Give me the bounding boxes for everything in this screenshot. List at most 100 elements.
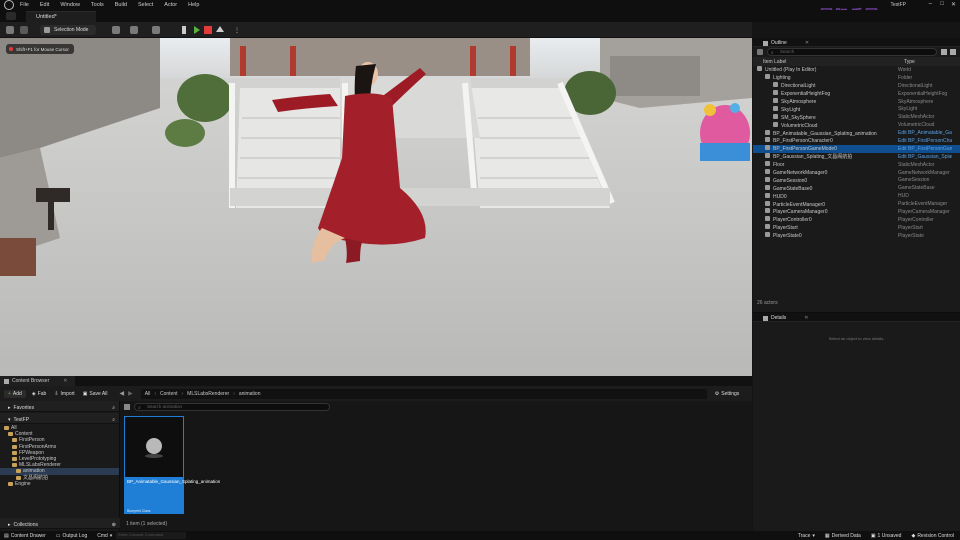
stop-icon[interactable]: [204, 26, 212, 34]
log-icon: ▭: [55, 532, 61, 539]
favorites-label: Favorites: [13, 404, 35, 411]
outliner-row[interactable]: VolumetricCloud VolumetricCloud: [753, 121, 960, 129]
menu-build[interactable]: Build: [115, 2, 127, 8]
crumb-mlslabsrenderer[interactable]: MLSLabsRenderer: [187, 391, 229, 397]
outliner-row[interactable]: Lighting Folder: [753, 74, 960, 82]
play-icon[interactable]: [194, 26, 200, 34]
mode-icon[interactable]: [20, 26, 28, 34]
level-viewport[interactable]: Shift+F1 for Mouse Cursor: [0, 38, 752, 376]
outliner-row[interactable]: GameSession0 GameSession: [753, 176, 960, 184]
menu-tools[interactable]: Tools: [91, 2, 104, 8]
content-browser-tab[interactable]: Content Browser ✕: [0, 376, 76, 386]
save-icon[interactable]: [6, 26, 14, 34]
close-details-icon[interactable]: ✕: [804, 315, 808, 321]
selection-mode-dropdown[interactable]: Selection Mode: [40, 25, 96, 35]
asset-filter-icon[interactable]: [124, 404, 130, 410]
details-tab[interactable]: Details ✕: [753, 313, 960, 322]
outliner-tab[interactable]: Outline ✕: [753, 38, 960, 47]
add-folder-icon[interactable]: [941, 49, 948, 55]
favorites-search-icon[interactable]: ⌕: [112, 405, 115, 411]
history-back-icon[interactable]: ◀: [120, 390, 125, 397]
console-input[interactable]: Enter Console Command: [116, 532, 187, 539]
unsaved-button[interactable]: ▣ 1 Unsaved: [871, 533, 902, 539]
outliner-row[interactable]: SM_SkySphere StaticMeshActor: [753, 113, 960, 121]
actor-type[interactable]: Edit BP_FirstPersonCha: [898, 138, 952, 144]
actor-icon: [765, 200, 770, 206]
crumb-animation[interactable]: animation: [239, 391, 261, 397]
folder-icon: [16, 469, 21, 474]
outliner-row[interactable]: BP_FirstPersonGameMode0 Edit BP_FirstPers…: [753, 144, 960, 153]
eject-icon[interactable]: [216, 26, 224, 32]
outliner-row[interactable]: SkyLight SkyLight: [753, 105, 960, 113]
level-tab[interactable]: Untitled*: [26, 11, 96, 22]
asset-search-input[interactable]: ⌕ Search animation: [134, 403, 330, 411]
content-drawer-label: Content Drawer: [10, 532, 46, 539]
crumb-content[interactable]: Content: [160, 391, 178, 397]
add-collection-icon[interactable]: ⊕: [112, 522, 116, 528]
fab-button[interactable]: ◈ Fab: [32, 391, 46, 397]
add-button[interactable]: + Add: [4, 389, 26, 398]
blueprint-icon[interactable]: [130, 26, 138, 34]
crumb-all[interactable]: All: [145, 391, 151, 397]
folder-tree-item[interactable]: Engine: [0, 481, 119, 487]
menu-select[interactable]: Select: [138, 2, 153, 8]
outliner-row[interactable]: PlayerCameraManager0 PlayerCameraManager: [753, 208, 960, 216]
outliner-row[interactable]: BP_Animatable_Gaussian_Splating_animatio…: [753, 129, 960, 137]
cinematics-icon[interactable]: [152, 26, 160, 34]
outliner-row[interactable]: BP_FirstPersonCharacter0 Edit BP_FirstPer…: [753, 137, 960, 145]
trace-button[interactable]: Trace ▾: [798, 533, 815, 539]
close-content-browser-icon[interactable]: ✕: [63, 378, 67, 384]
actor-type[interactable]: Edit BP_Animatable_Ga: [898, 130, 952, 136]
menu-actor[interactable]: Actor: [164, 2, 177, 8]
play-options-icon[interactable]: ⋮: [234, 27, 240, 34]
outliner-row[interactable]: Floor StaticMeshActor: [753, 161, 960, 169]
outliner-row[interactable]: GameNetworkManager0 GameNetworkManager: [753, 169, 960, 177]
save-all-button[interactable]: ▣ Save All: [83, 391, 108, 397]
import-button[interactable]: ⇩ Import: [54, 391, 74, 397]
col-type[interactable]: Type: [904, 59, 915, 65]
menu-help[interactable]: Help: [188, 2, 199, 8]
outliner-row[interactable]: SkyAtmosphere SkyAtmosphere: [753, 98, 960, 106]
outliner-row[interactable]: PlayerState0 PlayerState: [753, 232, 960, 240]
derived-data-button[interactable]: ▦ Derived Data: [825, 533, 861, 539]
asset-tile[interactable]: BP_Animatable_Gaussian_Splating_animatio…: [124, 416, 220, 514]
actor-type[interactable]: Edit BP_FirstPersonGam: [898, 146, 952, 152]
menu-edit[interactable]: Edit: [40, 2, 49, 8]
revision-control-button[interactable]: ◆ Revision Control: [911, 533, 954, 539]
cmd-dropdown[interactable]: Cmd ▾: [97, 533, 112, 539]
collections-header[interactable]: ▸ Collections ⊕: [0, 518, 120, 529]
outliner-row[interactable]: HUD0 HUD: [753, 192, 960, 200]
outliner-row[interactable]: PlayerController0 PlayerController: [753, 216, 960, 224]
settings-button[interactable]: ⚙ Settings: [715, 391, 740, 397]
outliner-search-input[interactable]: ⌕ Search: [766, 48, 938, 56]
menu-file[interactable]: File: [20, 2, 29, 8]
actor-icon: [773, 121, 778, 127]
favorites-header[interactable]: ▸ Favorites ⌕: [0, 401, 119, 412]
pause-icon[interactable]: [182, 26, 186, 34]
search-icon: ⌕: [770, 50, 774, 56]
asset-search-icon: ⌕: [138, 405, 141, 411]
outliner-row[interactable]: ExponentialHeightFog ExponentialHeightFog: [753, 90, 960, 98]
outliner-row[interactable]: PlayerStart PlayerStart: [753, 224, 960, 232]
sphere-icon: [145, 438, 163, 458]
outliner-row[interactable]: GameStateBase0 GameStateBase: [753, 184, 960, 192]
menu-window[interactable]: Window: [60, 2, 80, 8]
col-item-label[interactable]: Item Label: [763, 59, 904, 65]
output-log-button[interactable]: ▭ Output Log: [56, 533, 87, 539]
content-drawer-button[interactable]: ▤ Content Drawer: [4, 533, 46, 539]
settings-icon[interactable]: [950, 49, 956, 55]
outliner-search-placeholder: Search: [779, 49, 795, 54]
project-search-icon[interactable]: ⌕: [112, 417, 115, 423]
actor-type[interactable]: Edit BP_Gaussian_Splat: [898, 154, 952, 160]
outliner-row[interactable]: DirectionalLight DirectionalLight: [753, 82, 960, 90]
outliner-row-label: GameStateBase0: [753, 184, 898, 192]
outliner-row[interactable]: Untitled (Play In Editor) World: [753, 66, 960, 74]
outliner-row[interactable]: ParticleEventManager0 ParticleEventManage…: [753, 200, 960, 208]
outliner-row[interactable]: BP_Gaussian_Splating_文昌阁航拍 Edit BP_Gaussi…: [753, 153, 960, 161]
close-outliner-icon[interactable]: ✕: [805, 40, 809, 46]
history-forward-icon[interactable]: ▶: [128, 390, 133, 397]
project-header[interactable]: ▾ TestFP ⌕: [0, 413, 119, 424]
add-actor-icon[interactable]: [112, 26, 120, 34]
filter-icon[interactable]: [757, 49, 763, 55]
unreal-logo-icon: [4, 0, 14, 10]
